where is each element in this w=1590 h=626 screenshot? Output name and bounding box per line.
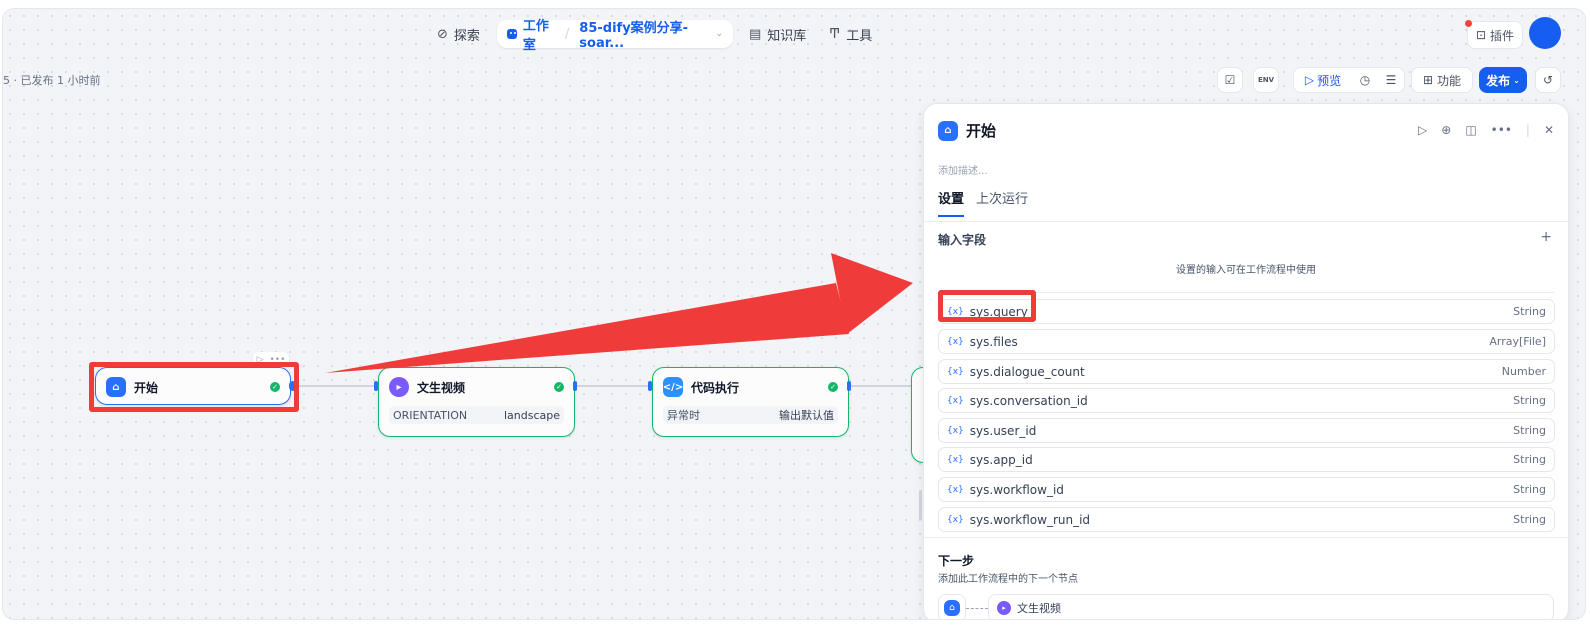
annotation-arrow: [325, 253, 913, 373]
annotation-arrow-shaft: [325, 283, 849, 373]
app-window: ⊘ 探索 工作室 / 85-dify案例分享-soar... ⌄ ▤ 知识库 Ͳ…: [2, 8, 1586, 620]
